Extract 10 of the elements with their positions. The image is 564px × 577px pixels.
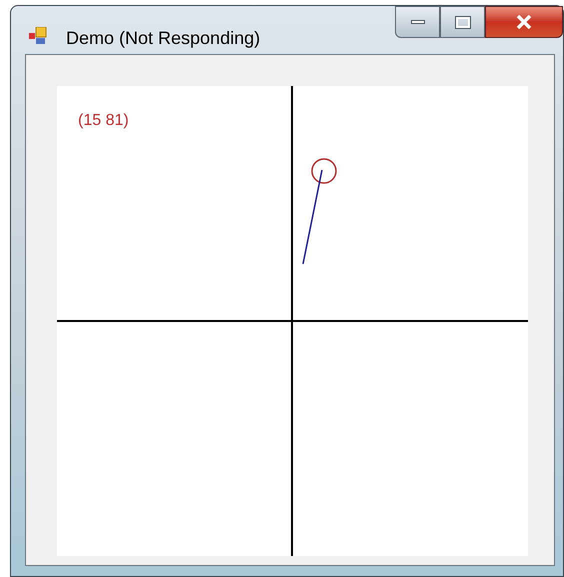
minimize-icon: [410, 20, 424, 24]
maximize-button[interactable]: [440, 6, 485, 38]
close-icon: [516, 15, 532, 29]
minimize-button[interactable]: [395, 6, 440, 38]
close-button[interactable]: [485, 6, 563, 38]
app-icon: [29, 27, 49, 45]
target-circle: [311, 158, 337, 184]
maximize-icon: [456, 16, 470, 28]
coordinate-label: (15 81): [78, 111, 129, 131]
window-title: Demo (Not Responding): [66, 27, 260, 50]
